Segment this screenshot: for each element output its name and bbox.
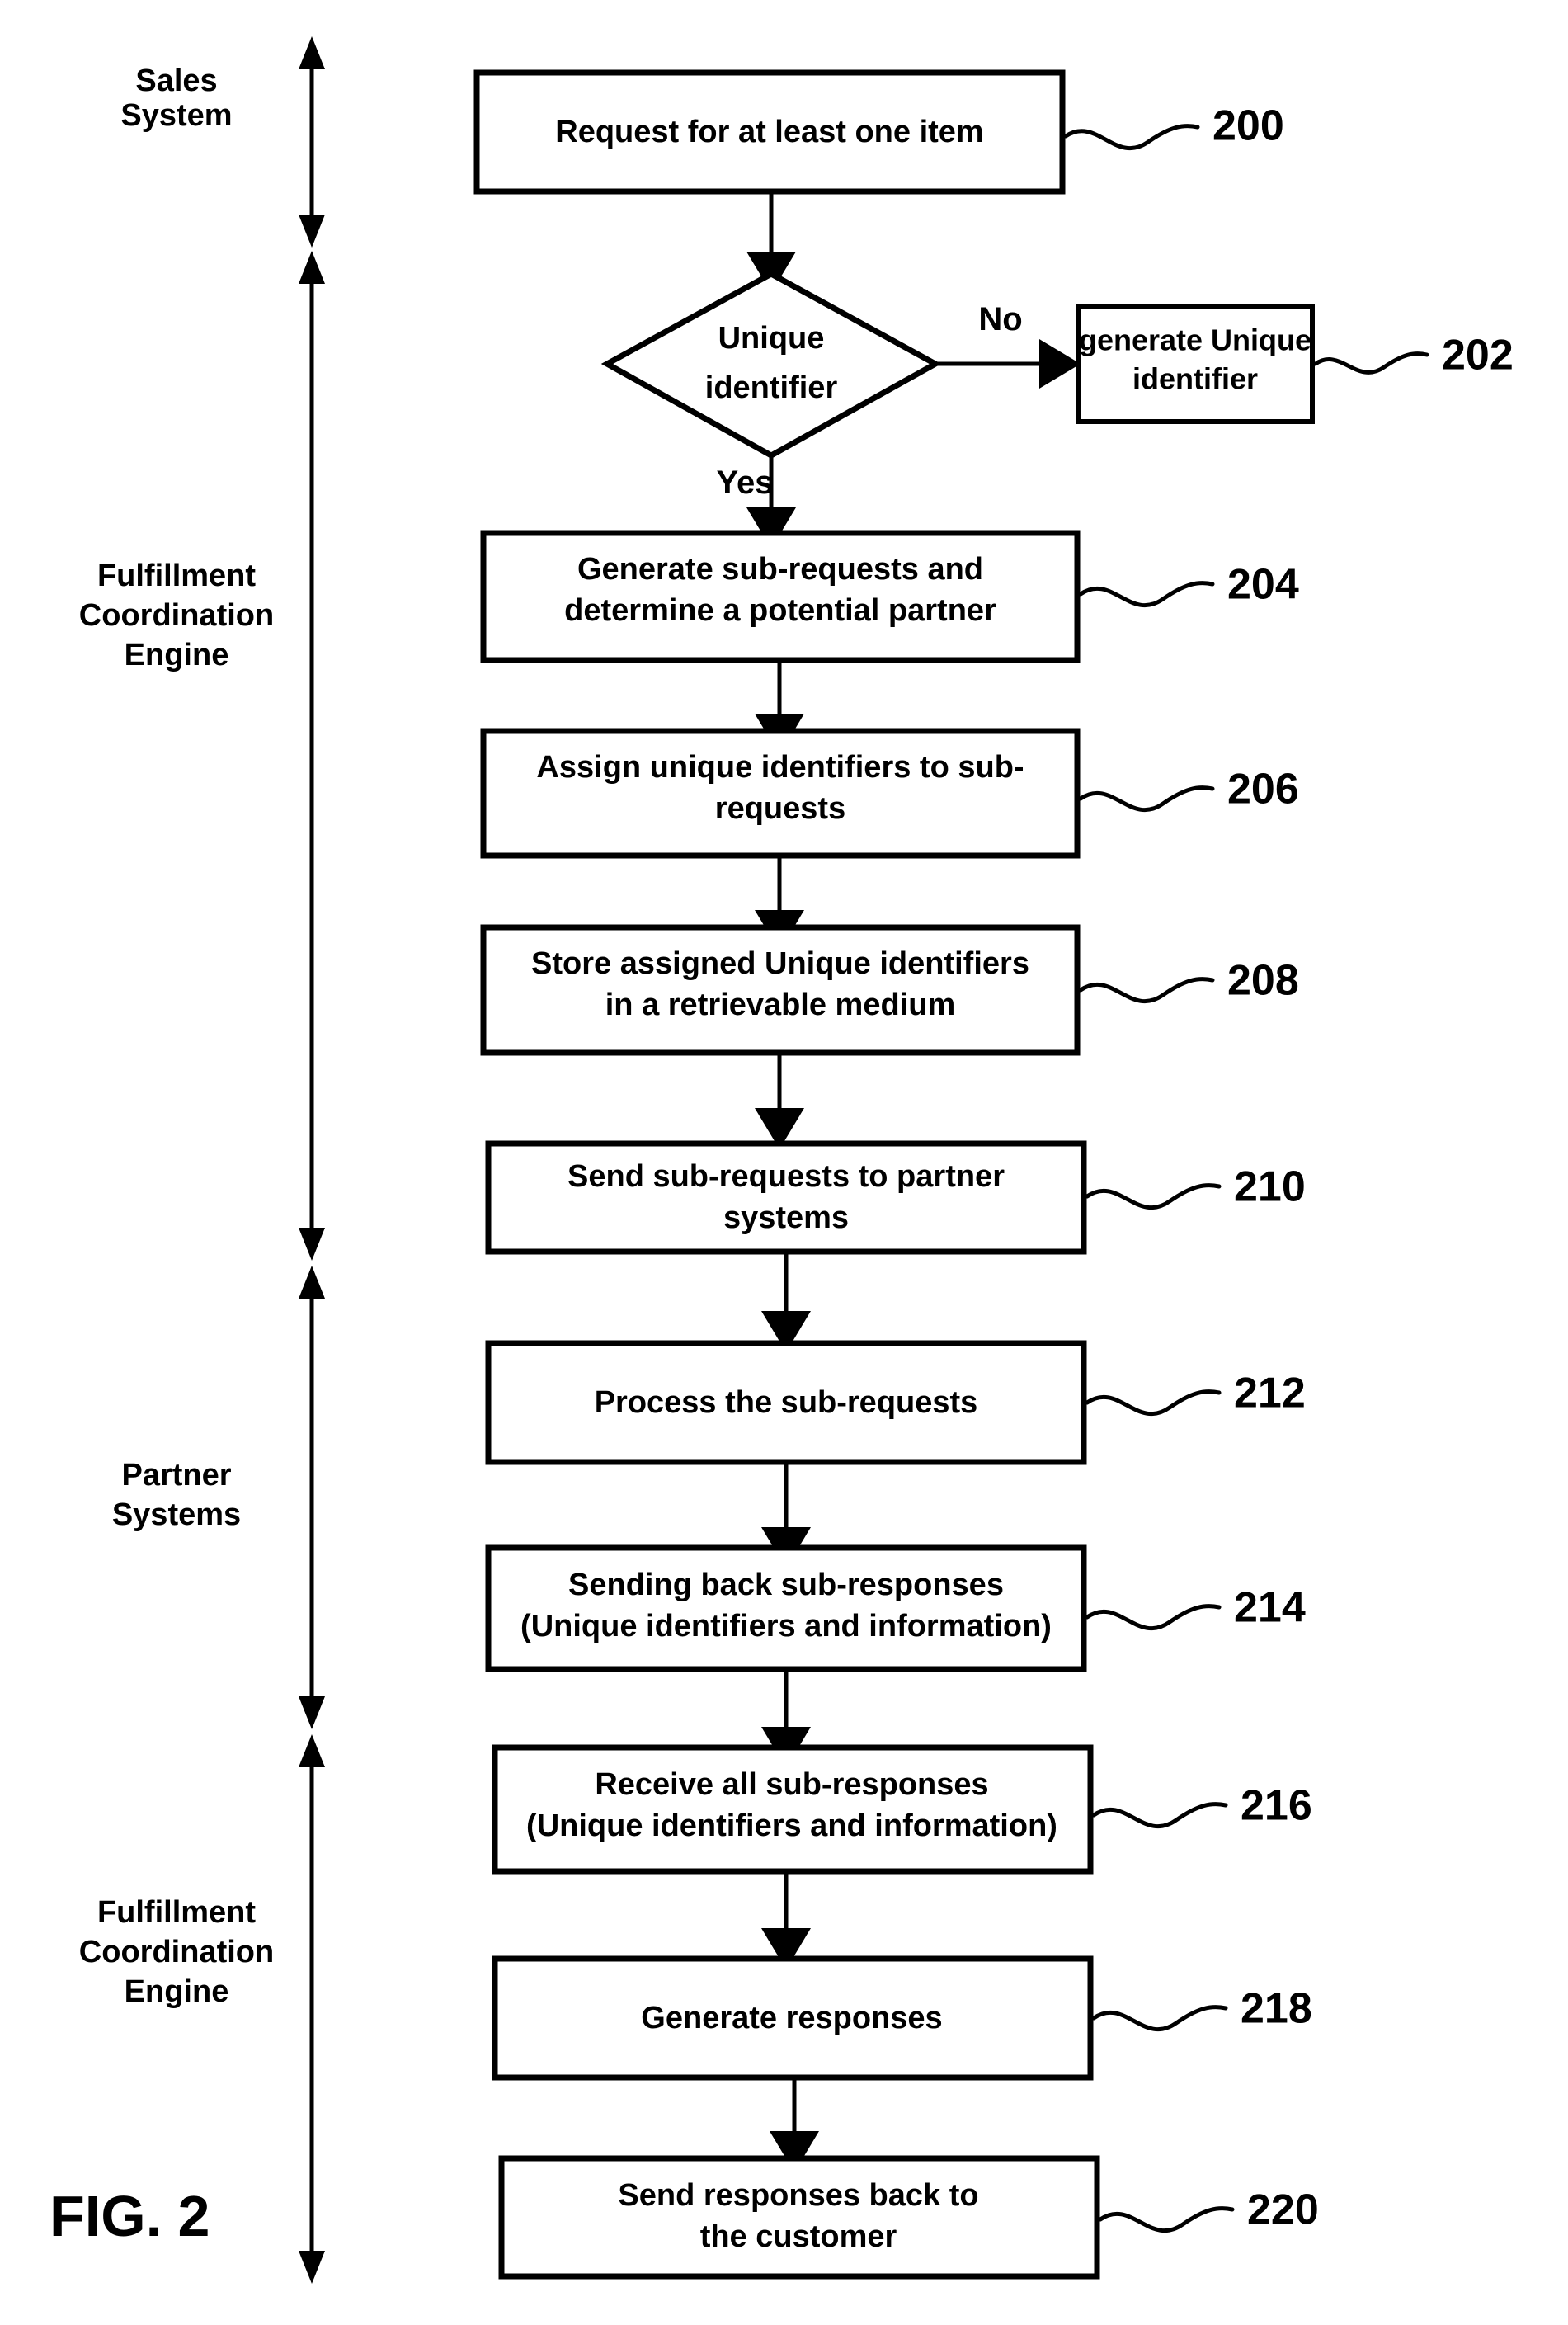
- lane-label-line1: Fulfillment: [97, 1895, 256, 1930]
- node-212-ref: 212: [1234, 1370, 1306, 1417]
- node-210-label-line1: Send sub-requests to partner: [567, 1159, 1005, 1194]
- node-200[interactable]: Request for at least one item 200: [473, 69, 1284, 195]
- node-212-leader-line: [1085, 1389, 1222, 1416]
- node-204[interactable]: Generate sub-requests and determine a po…: [480, 530, 1299, 663]
- node-214-label-line2: (Unique identifiers and information): [520, 1609, 1052, 1644]
- node-208-leader-line: [1078, 977, 1215, 1003]
- node-206-label-line1: Assign unique identifiers to sub-: [536, 750, 1024, 785]
- node-212[interactable]: Process the sub-requests 212: [485, 1340, 1306, 1465]
- lane-axis-partner-systems: [299, 1266, 325, 1729]
- node-214-leader-line: [1085, 1604, 1222, 1630]
- figure-label: FIG. 2: [49, 2184, 210, 2248]
- lane-label-line1: Partner: [121, 1458, 231, 1493]
- node-210[interactable]: Send sub-requests to partner systems 210: [485, 1140, 1306, 1255]
- decision-label-line1: Unique: [718, 321, 825, 356]
- node-200-leader-line: [1063, 124, 1200, 150]
- node-216-ref: 216: [1241, 1782, 1312, 1830]
- node-216-label-line2: (Unique identifiers and information): [526, 1809, 1057, 1843]
- lane-label-line3: Engine: [125, 638, 229, 672]
- lane-label-line1: Sales: [135, 64, 217, 98]
- lane-label-line2: Coordination: [79, 598, 274, 633]
- lane-label-fulfillment-coordination-engine-top: Fulfillment Coordination Engine: [79, 559, 274, 672]
- node-220-leader-line: [1098, 2206, 1235, 2233]
- lane-axis-sales-system: [299, 36, 325, 248]
- node-220-ref: 220: [1247, 2186, 1319, 2234]
- node-216-leader-line: [1091, 1802, 1228, 1828]
- node-220-label-line1: Send responses back to: [618, 2178, 978, 2213]
- lane-label-line2: System: [120, 98, 232, 133]
- node-210-ref: 210: [1234, 1163, 1306, 1211]
- node-220-shape[interactable]: [498, 2155, 1100, 2280]
- node-204-ref: 204: [1227, 561, 1299, 609]
- node-208[interactable]: Store assigned Unique identifiers in a r…: [480, 924, 1299, 1056]
- node-202[interactable]: generate Unique identifier 202: [1076, 304, 1514, 424]
- figure-2-flowchart: Sales System Fulfillment Coordination En…: [0, 0, 1568, 2325]
- node-208-ref: 208: [1227, 957, 1299, 1005]
- lane-label-line3: Engine: [125, 1974, 229, 2009]
- flowchart-canvas: Sales System Fulfillment Coordination En…: [49, 36, 1514, 2284]
- node-208-label-line2: in a retrievable medium: [605, 988, 956, 1022]
- branch-label-yes: Yes: [717, 465, 774, 501]
- node-214-ref: 214: [1234, 1584, 1306, 1632]
- node-204-label-line2: determine a potential partner: [564, 593, 996, 628]
- node-204-leader-line: [1078, 581, 1215, 607]
- node-212-label-line1: Process the sub-requests: [595, 1385, 978, 1420]
- node-210-label-line2: systems: [723, 1200, 849, 1235]
- lane-label-line2: Coordination: [79, 1935, 274, 1969]
- node-218-label-line1: Generate responses: [641, 2001, 942, 2035]
- node-220-label-line2: the customer: [700, 2219, 897, 2254]
- node-208-label-line1: Store assigned Unique identifiers: [531, 946, 1029, 981]
- lane-axis-group: [299, 36, 325, 2284]
- decision-shape[interactable]: [600, 271, 942, 460]
- node-218[interactable]: Generate responses 218: [492, 1955, 1312, 2081]
- lane-label-partner-systems: Partner Systems: [112, 1458, 241, 1532]
- node-206[interactable]: Assign unique identifiers to sub- reques…: [480, 728, 1299, 859]
- lane-label-sales-system: Sales System: [120, 64, 232, 133]
- node-214[interactable]: Sending back sub-responses (Unique ident…: [485, 1544, 1306, 1672]
- branch-label-no: No: [978, 301, 1022, 337]
- node-206-ref: 206: [1227, 766, 1299, 814]
- lane-label-line2: Systems: [112, 1497, 241, 1532]
- lane-label-fulfillment-coordination-engine-bottom: Fulfillment Coordination Engine: [79, 1895, 274, 2009]
- node-216-label-line1: Receive all sub-responses: [595, 1767, 988, 1802]
- node-200-label-line1: Request for at least one item: [555, 115, 983, 149]
- node-206-leader-line: [1078, 785, 1215, 812]
- lane-label-line1: Fulfillment: [97, 559, 256, 593]
- node-206-label-line2: requests: [715, 791, 845, 826]
- node-218-leader-line: [1091, 2005, 1228, 2031]
- node-214-label-line1: Sending back sub-responses: [568, 1568, 1004, 1602]
- lane-axis-fulfillment-bottom: [299, 1734, 325, 2284]
- node-220[interactable]: Send responses back to the customer 220: [498, 2155, 1319, 2280]
- node-202-label-line1: generate Unique: [1079, 323, 1311, 357]
- decision-label-line2: identifier: [705, 370, 838, 405]
- node-decision-unique-identifier[interactable]: Unique identifier No Yes: [600, 271, 1023, 501]
- node-218-ref: 218: [1241, 1985, 1312, 2033]
- node-202-leader-line: [1313, 351, 1429, 375]
- node-200-ref: 200: [1212, 102, 1284, 150]
- node-216[interactable]: Receive all sub-responses (Unique identi…: [492, 1744, 1312, 1875]
- node-210-leader-line: [1085, 1183, 1222, 1210]
- lane-axis-fulfillment-top: [299, 251, 325, 1261]
- node-202-label-line2: identifier: [1132, 362, 1258, 396]
- node-202-ref: 202: [1442, 332, 1514, 380]
- node-204-label-line1: Generate sub-requests and: [577, 552, 983, 587]
